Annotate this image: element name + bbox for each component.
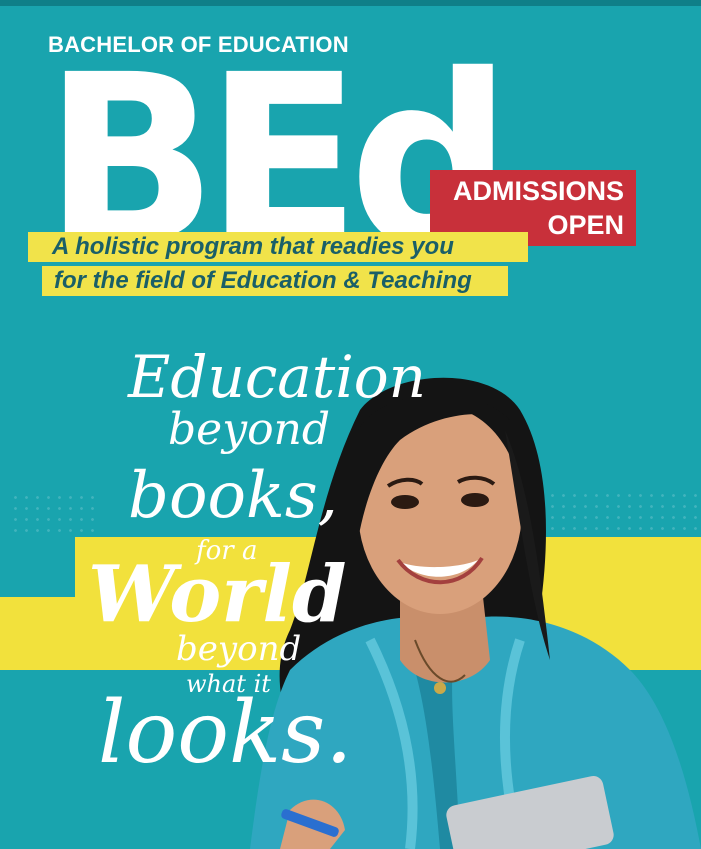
slogan-line-8: looks. xyxy=(98,683,353,783)
slogan-line-1: Education xyxy=(128,343,427,411)
slogan-line-3: books, xyxy=(128,459,338,533)
tagline-line-2: for the field of Education & Teaching xyxy=(42,266,508,296)
stripe-notch xyxy=(0,537,75,597)
badge-line-1: ADMISSIONS xyxy=(452,176,624,206)
slogan-line-6: beyond xyxy=(176,629,302,669)
slogan-line-2: beyond xyxy=(168,404,331,455)
slogan-line-5: World xyxy=(88,549,347,640)
admissions-poster: BACHELOR OF EDUCATION BEd ADMISSIONS OPE… xyxy=(0,0,701,849)
tagline-line-1: A holistic program that readies you xyxy=(28,232,528,262)
top-border xyxy=(0,0,701,6)
